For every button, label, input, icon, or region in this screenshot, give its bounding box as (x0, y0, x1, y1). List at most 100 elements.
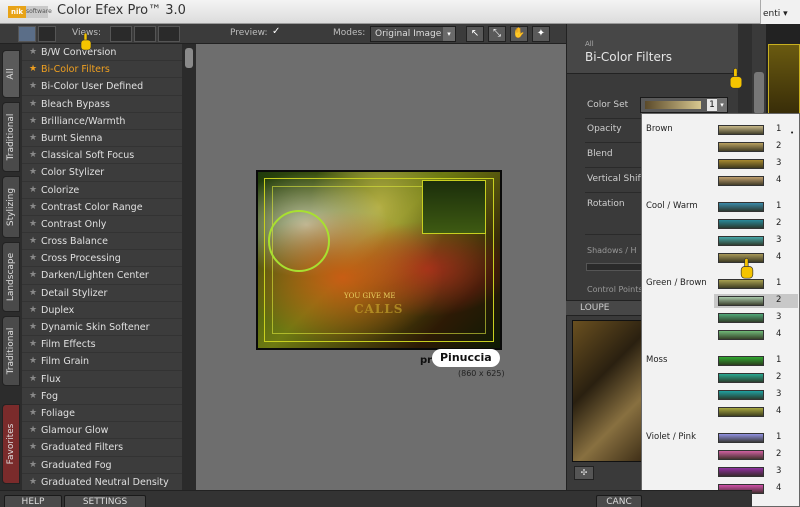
favorite-star-icon[interactable]: ★ (29, 96, 37, 113)
filter-item[interactable]: ★ Foliage (22, 405, 182, 423)
tab-traditional[interactable]: Traditional (2, 102, 20, 172)
view-list-button[interactable] (18, 26, 36, 42)
favorite-star-icon[interactable]: ★ (29, 319, 37, 336)
favorite-star-icon[interactable]: ★ (29, 44, 37, 61)
filter-item[interactable]: ★ Burnt Sienna (22, 130, 182, 148)
settings-button[interactable]: SETTINGS (64, 495, 146, 507)
favorite-star-icon[interactable]: ★ (29, 457, 37, 474)
filter-item[interactable]: ★ Bi-Color Filters (22, 61, 182, 79)
color-swatch[interactable] (718, 202, 764, 212)
favorite-star-icon[interactable]: ★ (29, 388, 37, 405)
color-swatch[interactable] (718, 330, 764, 340)
filter-item[interactable]: ★ Fog (22, 388, 182, 405)
favorite-star-icon[interactable]: ★ (29, 336, 37, 353)
filter-item[interactable]: ★ Bleach Bypass (22, 96, 182, 113)
tab-stylizing[interactable]: Stylizing (2, 176, 20, 238)
tab-all[interactable]: All (2, 50, 20, 98)
color-swatch[interactable] (718, 219, 764, 229)
filter-item[interactable]: ★ Cross Balance (22, 233, 182, 251)
favorite-star-icon[interactable]: ★ (29, 164, 37, 181)
view-single-button[interactable] (110, 26, 132, 42)
filter-item[interactable]: ★ Contrast Only (22, 216, 182, 234)
favorite-star-icon[interactable]: ★ (29, 216, 37, 233)
color-swatch[interactable] (718, 373, 764, 383)
tab-traditional-2[interactable]: Traditional (2, 316, 20, 386)
filter-item[interactable]: ★ Cross Processing (22, 250, 182, 268)
filter-item-label: Graduated Filters (41, 442, 124, 454)
favorite-star-icon[interactable]: ★ (29, 267, 37, 284)
color-swatch[interactable] (718, 433, 764, 443)
scrollbar-thumb[interactable] (754, 72, 764, 114)
favorite-star-icon[interactable]: ★ (29, 371, 37, 388)
color-swatch[interactable] (718, 450, 764, 460)
filter-item[interactable]: ★ Duplex (22, 302, 182, 319)
color-swatch[interactable] (718, 313, 764, 323)
cancel-button[interactable]: CANC (596, 495, 642, 507)
favorite-star-icon[interactable]: ★ (29, 439, 37, 456)
favorite-star-icon[interactable]: ★ (29, 130, 37, 147)
favorite-star-icon[interactable]: ★ (29, 302, 37, 319)
filter-item[interactable]: ★ Bi-Color User Defined (22, 78, 182, 96)
view-side-by-side-button[interactable] (158, 26, 180, 42)
favorite-star-icon[interactable]: ★ (29, 113, 37, 130)
filter-item[interactable]: ★ Glamour Glow (22, 422, 182, 440)
pointer-tool-icon[interactable]: ↖ (466, 26, 484, 42)
filter-item[interactable]: ★ Dynamic Skin Softener (22, 319, 182, 337)
favorite-star-icon[interactable]: ★ (29, 250, 37, 267)
favorite-star-icon[interactable]: ★ (29, 233, 37, 250)
color-swatch[interactable] (718, 467, 764, 477)
eyedropper-tool-icon[interactable]: ✦ (532, 26, 550, 42)
filter-item[interactable]: ★ Colorize (22, 182, 182, 199)
favorite-star-icon[interactable]: ★ (29, 61, 37, 78)
filter-item[interactable]: ★ Graduated Filters (22, 439, 182, 457)
filter-item[interactable]: ★ Classical Soft Focus (22, 147, 182, 165)
scrollbar-thumb[interactable] (185, 48, 193, 68)
favorite-star-icon[interactable]: ★ (29, 285, 37, 302)
favorite-star-icon[interactable]: ★ (29, 78, 37, 95)
art-inset-portrait (422, 180, 486, 234)
help-button[interactable]: HELP (4, 495, 62, 507)
filter-item[interactable]: ★ Film Effects (22, 336, 182, 354)
color-swatch[interactable] (718, 236, 764, 246)
filter-item-label: Foliage (41, 407, 75, 419)
favorite-star-icon[interactable]: ★ (29, 353, 37, 370)
modes-select[interactable]: Original Image ▾ (370, 26, 456, 42)
filter-item[interactable]: ★ Contrast Color Range (22, 199, 182, 216)
loupe-pin-icon[interactable]: ✣ (574, 466, 594, 480)
hand-tool-icon[interactable]: ✋ (510, 26, 528, 42)
color-swatch[interactable] (718, 296, 764, 306)
filter-list-scrollbar[interactable] (182, 44, 196, 490)
preview-checkbox[interactable]: ✓ (272, 26, 280, 37)
filter-item[interactable]: ★ Brilliance/Warmth (22, 113, 182, 130)
filter-item[interactable]: ★ Film Grain (22, 353, 182, 371)
tab-landscape[interactable]: Landscape (2, 242, 20, 312)
color-swatch[interactable] (718, 125, 764, 135)
favorite-star-icon[interactable]: ★ (29, 474, 37, 490)
color-swatch[interactable] (718, 142, 764, 152)
color-swatch[interactable] (718, 176, 764, 186)
color-set-dropdown[interactable]: 1 ▾ (640, 97, 728, 113)
filter-item[interactable]: ★ Darken/Lighten Center (22, 267, 182, 285)
color-swatch[interactable] (718, 159, 764, 169)
color-swatch-number: 4 (776, 175, 782, 185)
filter-item[interactable]: ★ Detail Stylizer (22, 285, 182, 302)
color-swatch[interactable] (718, 390, 764, 400)
filter-item[interactable]: ★ Graduated Fog (22, 457, 182, 474)
color-swatch[interactable] (718, 407, 764, 417)
color-swatch[interactable] (718, 356, 764, 366)
shadows-slider[interactable] (586, 263, 642, 271)
favorite-star-icon[interactable]: ★ (29, 199, 37, 216)
favorite-star-icon[interactable]: ★ (29, 182, 37, 199)
favorite-star-icon[interactable]: ★ (29, 422, 37, 439)
filter-item[interactable]: ★ Graduated Neutral Density (22, 474, 182, 490)
filter-item[interactable]: ★ Color Stylizer (22, 164, 182, 182)
view-split-button[interactable] (134, 26, 156, 42)
tab-favorites[interactable]: Favorites (2, 404, 20, 484)
filter-item[interactable]: ★ B/W Conversion (22, 44, 182, 62)
view-grid-button[interactable] (38, 26, 56, 42)
panel-category: All (585, 40, 594, 48)
filter-item[interactable]: ★ Flux (22, 371, 182, 388)
favorite-star-icon[interactable]: ★ (29, 147, 37, 164)
favorite-star-icon[interactable]: ★ (29, 405, 37, 422)
zoom-tool-icon[interactable]: ⤡ (488, 26, 506, 42)
